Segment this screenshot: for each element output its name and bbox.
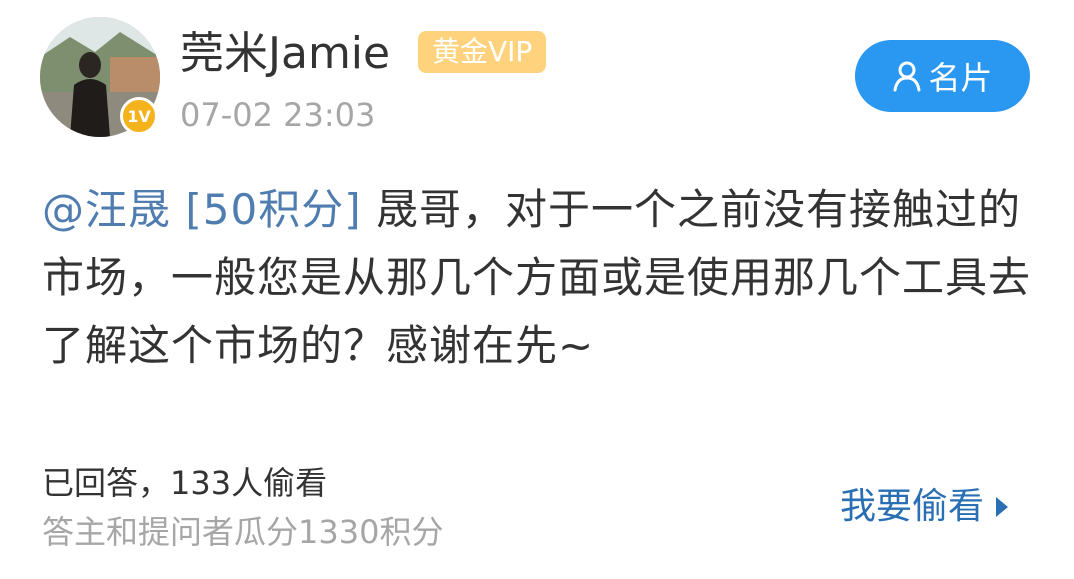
profile-card-label: 名片 [928,59,993,97]
post-timestamp: 07-02 23:03 [180,96,376,134]
question-text: @汪晟 [50积分] 晟哥，对于一个之前没有接触过的市场，一般您是从那几个方面或… [42,176,1032,380]
answered-status: 已回答，133人偷看 [42,464,328,502]
person-icon [892,59,922,93]
vip-badge: 黄金VIP [418,31,547,73]
reward-split-info: 答主和提问者瓜分1330积分 [42,513,444,551]
reward-tag: [50积分] [185,185,362,234]
peek-label: 我要偷看 [840,486,985,527]
mention-link[interactable]: @汪晟 [42,185,171,234]
avatar-container[interactable]: 1V [40,17,160,137]
peek-button[interactable]: 我要偷看 [840,485,1009,529]
triangle-right-icon [996,497,1009,517]
profile-card-button[interactable]: 名片 [855,40,1030,112]
question-card: 1V 莞米Jamie 黄金VIP 07-02 23:03 名片 @汪晟 [50积… [0,0,1074,579]
username[interactable]: 莞米Jamie [180,28,390,80]
verified-badge: 1V [120,97,158,135]
